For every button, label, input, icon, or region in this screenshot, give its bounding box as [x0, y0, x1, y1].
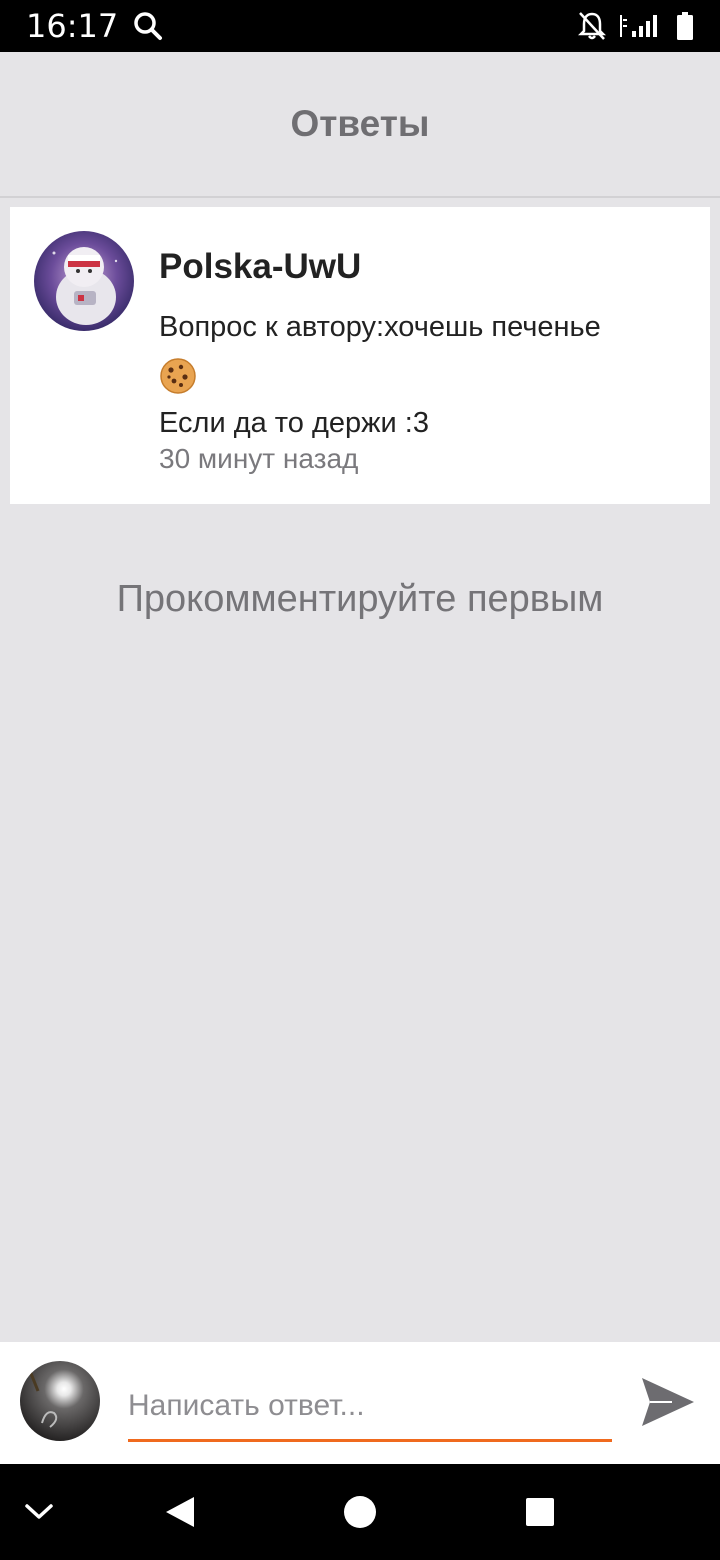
- post-text-line: Если да то держи :3: [159, 407, 429, 439]
- battery-icon: [677, 12, 693, 40]
- author-avatar-image: [34, 231, 134, 331]
- author-avatar[interactable]: [34, 231, 134, 331]
- nav-recents-button[interactable]: [510, 1464, 570, 1560]
- reply-bar: [0, 1342, 720, 1464]
- search-icon: [134, 12, 162, 40]
- nav-home-button[interactable]: [330, 1464, 390, 1560]
- system-nav-bar: [0, 1464, 720, 1560]
- header: Ответы: [0, 52, 720, 198]
- post-text-line: Вопрос к автору:хочешь печенье: [159, 311, 601, 343]
- cookie-icon: [160, 358, 196, 395]
- back-icon: [166, 1497, 194, 1527]
- page-title: Ответы: [290, 103, 430, 144]
- status-icons: [578, 10, 694, 42]
- nav-collapse-button[interactable]: [14, 1464, 64, 1560]
- nav-back-button[interactable]: [150, 1464, 210, 1560]
- post-timestamp: 30 минут назад: [159, 443, 359, 474]
- reply-input[interactable]: [128, 1372, 612, 1442]
- post-card: Polska-UwU Вопрос к автору:хочешь печень…: [10, 207, 710, 504]
- signal-icon: [620, 15, 657, 37]
- send-icon[interactable]: [638, 1374, 698, 1430]
- status-bar: 16:17: [0, 0, 720, 52]
- post-author[interactable]: Polska-UwU: [159, 247, 361, 287]
- notifications-off-icon: [578, 12, 606, 40]
- empty-comments-message: Прокомментируйте первым: [116, 578, 604, 620]
- home-icon: [344, 1496, 376, 1528]
- user-avatar[interactable]: [20, 1361, 100, 1441]
- chevron-down-icon: [25, 1504, 53, 1519]
- recents-icon: [526, 1498, 554, 1526]
- post-body: Вопрос к автору:хочешь печенье Если да т…: [159, 303, 689, 447]
- status-time: 16:17: [26, 7, 119, 45]
- post-emoji-line: [159, 351, 689, 399]
- user-avatar-image: [20, 1361, 100, 1441]
